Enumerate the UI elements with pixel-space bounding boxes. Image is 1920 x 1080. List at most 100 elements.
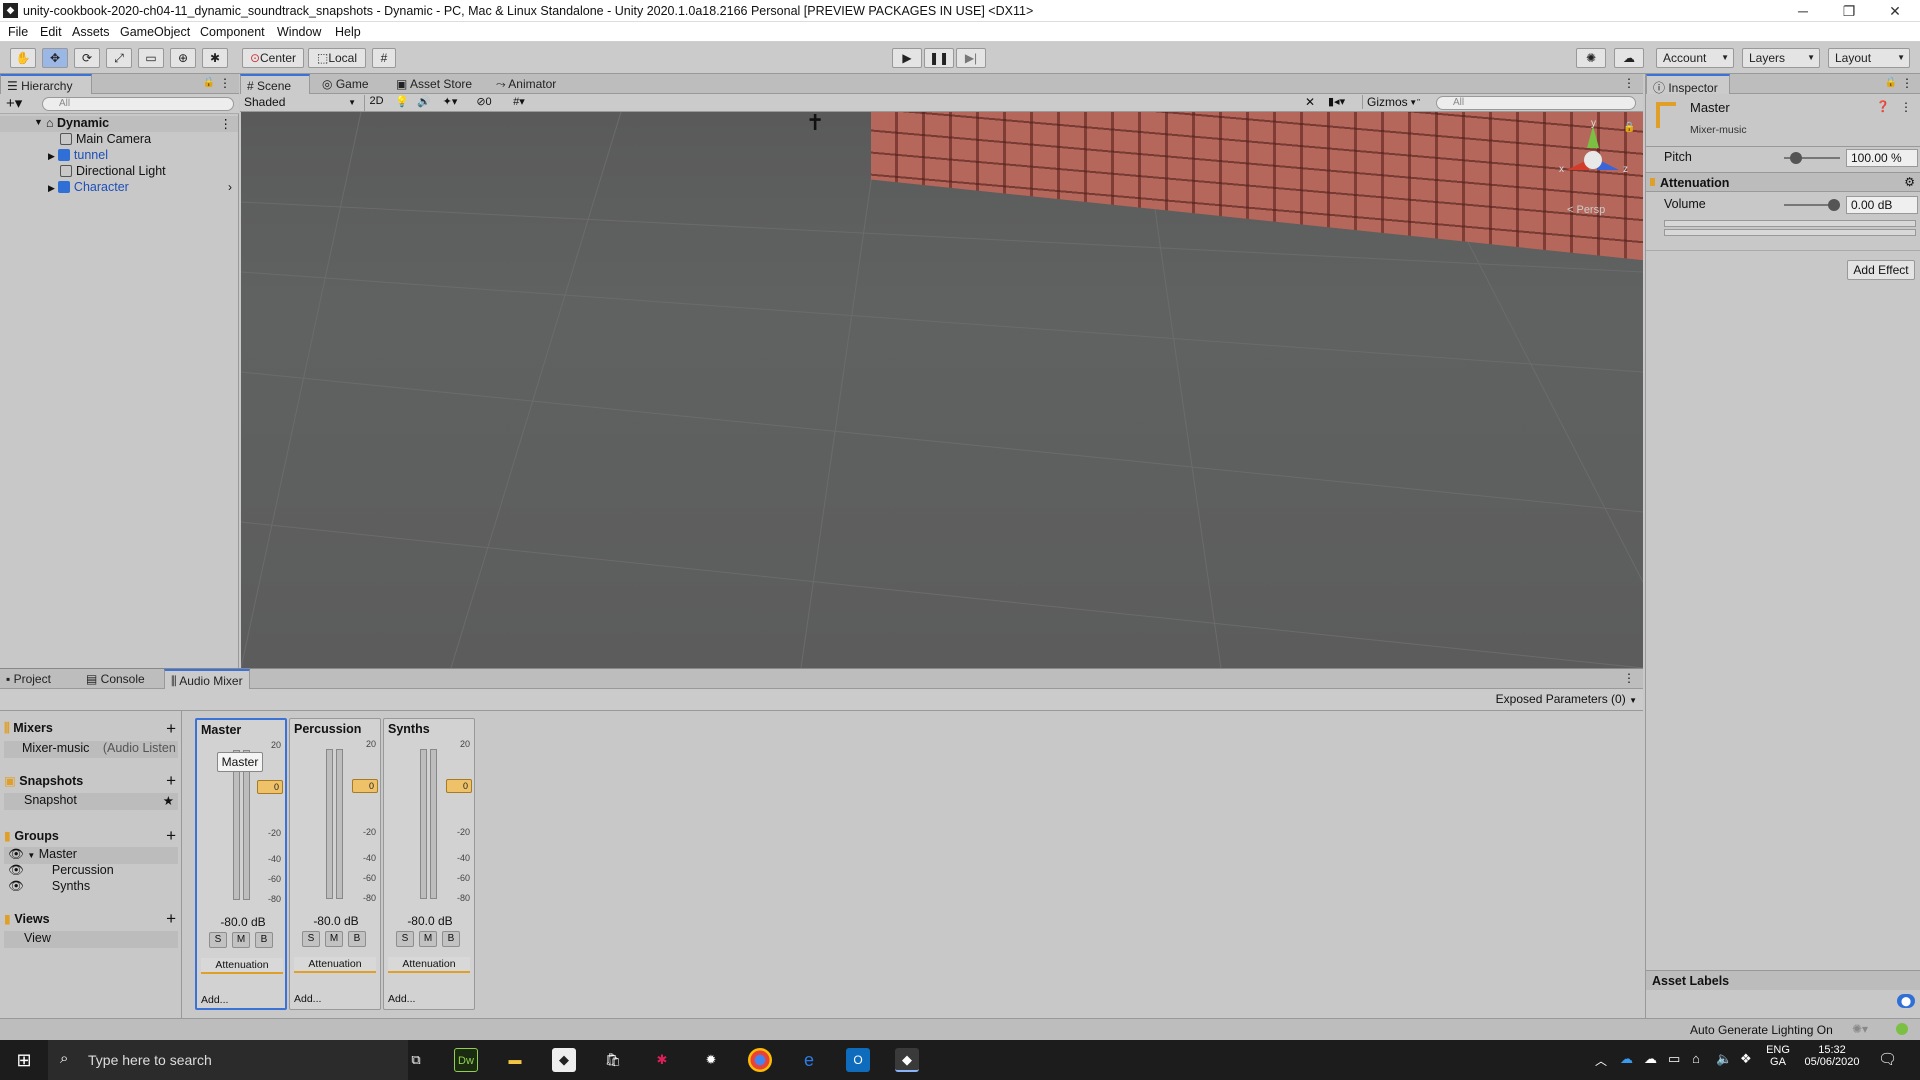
lighting-icon[interactable]: 💡: [392, 95, 412, 108]
effects-icon[interactable]: ✦▾: [436, 95, 464, 108]
eye-icon[interactable]: 👁: [8, 863, 24, 877]
gear-icon[interactable]: ⚙: [1904, 175, 1915, 189]
mute-button[interactable]: M: [419, 931, 437, 947]
scale-tool-icon[interactable]: ⤢: [106, 48, 132, 68]
account-dropdown[interactable]: Account ▼: [1656, 48, 1734, 68]
channel-strip-synths[interactable]: Synths 20 0 -20 -40 -60 -80 -80.0 dB S M…: [383, 718, 475, 1010]
group-item-master[interactable]: 👁 ▼ Master: [4, 847, 178, 864]
chevron-right-icon[interactable]: ›: [228, 180, 232, 194]
hand-tool-icon[interactable]: ✋: [10, 48, 36, 68]
tab-asset-store[interactable]: ▣ Asset Store: [390, 74, 478, 94]
tab-console[interactable]: ▤ Console: [80, 669, 151, 689]
language-indicator[interactable]: ENG GA: [1766, 1044, 1790, 1068]
add-snapshot-button[interactable]: +: [166, 771, 176, 791]
volume-fader[interactable]: 0: [446, 779, 472, 793]
menu-component[interactable]: Component: [200, 25, 265, 39]
mute-button[interactable]: M: [232, 932, 250, 948]
star-icon[interactable]: ★: [163, 793, 174, 808]
attenuation-header[interactable]: Attenuation ⚙: [1646, 172, 1920, 192]
settings-icon[interactable]: ✹: [699, 1048, 723, 1072]
pitch-value-field[interactable]: 100.00 %: [1846, 149, 1918, 167]
move-tool-icon[interactable]: ✥: [42, 48, 68, 68]
solo-button[interactable]: S: [302, 931, 320, 947]
hierarchy-item-tunnel[interactable]: ▶ tunnel: [0, 148, 238, 164]
task-view-icon[interactable]: ⧉: [404, 1048, 428, 1072]
scene-gizmo[interactable]: y x z: [1553, 118, 1633, 198]
snapshot-item[interactable]: Snapshot ★: [4, 793, 178, 810]
eye-icon[interactable]: 👁: [8, 847, 24, 861]
solo-button[interactable]: S: [209, 932, 227, 948]
network-icon[interactable]: ⌂: [1692, 1051, 1700, 1066]
attenuation-effect[interactable]: Attenuation: [388, 957, 470, 973]
volume-icon[interactable]: 🔈: [1716, 1051, 1732, 1067]
volume-fader[interactable]: 0: [352, 779, 378, 793]
layout-dropdown[interactable]: Layout ▼: [1828, 48, 1910, 68]
persp-label[interactable]: < Persp: [1567, 204, 1605, 216]
tab-scene[interactable]: # Scene: [240, 74, 310, 94]
gizmos-dropdown[interactable]: Gizmos ▼": [1362, 95, 1424, 109]
layers-dropdown[interactable]: Layers ▼: [1742, 48, 1820, 68]
group-item-synths[interactable]: 👁 Synths: [4, 879, 178, 896]
rect-tool-icon[interactable]: ▭: [138, 48, 164, 68]
lighting-settings-icon[interactable]: ✺▾: [1852, 1022, 1868, 1036]
volume-slider-handle[interactable]: [1828, 199, 1840, 211]
pause-button[interactable]: ❚❚: [924, 48, 954, 68]
volume-value-field[interactable]: 0.00 dB: [1846, 196, 1918, 214]
add-effect-button[interactable]: Add Effect: [1847, 260, 1915, 280]
hierarchy-search-input[interactable]: All: [42, 97, 234, 111]
add-mixer-button[interactable]: +: [166, 719, 176, 739]
cloud-icon[interactable]: ☁: [1614, 48, 1644, 68]
edge-icon[interactable]: e: [797, 1048, 821, 1072]
rotate-tool-icon[interactable]: ⟳: [74, 48, 100, 68]
scene-row[interactable]: ▼ ⌂ Dynamic ⋮: [0, 116, 238, 132]
slack-icon[interactable]: ✱: [650, 1048, 674, 1072]
shading-dropdown[interactable]: Shaded ▼: [244, 95, 360, 111]
menu-gameobject[interactable]: GameObject: [120, 25, 190, 39]
add-group-button[interactable]: +: [166, 826, 176, 846]
bypass-button[interactable]: B: [255, 932, 273, 948]
channel-strip-master[interactable]: Master Master 20 0 -20 -40 -60 -80 -80.0…: [195, 718, 287, 1010]
character-figure[interactable]: ✝: [806, 112, 824, 136]
transform-tool-icon[interactable]: ⊕: [170, 48, 196, 68]
lock-icon[interactable]: 🔒: [1623, 122, 1635, 133]
tab-animator[interactable]: ⤳ Animator: [490, 74, 562, 94]
solo-button[interactable]: S: [396, 931, 414, 947]
tab-inspector[interactable]: ⓘ Inspector: [1646, 74, 1730, 95]
chevron-up-icon[interactable]: ︿: [1595, 1052, 1607, 1069]
tab-audio-mixer[interactable]: ⫼ Audio Mixer: [164, 669, 250, 689]
hierarchy-item-character[interactable]: ▶ Character ›: [0, 180, 238, 196]
volume-fader[interactable]: 0: [257, 780, 283, 794]
add-effect-link[interactable]: Add...: [388, 993, 415, 1005]
add-effect-link[interactable]: Add...: [294, 993, 321, 1005]
taskbar-search[interactable]: ⌕ Type here to search: [48, 1040, 408, 1080]
audio-icon[interactable]: 🔊: [414, 95, 434, 108]
visibility-toggle[interactable]: ⊘0: [468, 95, 500, 108]
bypass-button[interactable]: B: [348, 931, 366, 947]
windows-start-icon[interactable]: ⊞: [12, 1048, 36, 1072]
camera-icon[interactable]: ▮◂▾: [1328, 95, 1358, 108]
grid-toggle-icon[interactable]: #▾: [504, 95, 534, 108]
help-icon[interactable]: ❓: [1876, 100, 1890, 113]
kebab-menu-icon[interactable]: ⋮: [1623, 76, 1635, 90]
dropbox-icon[interactable]: ❖: [1740, 1051, 1752, 1067]
tools-icon[interactable]: ✕: [1305, 95, 1325, 109]
bypass-button[interactable]: B: [442, 931, 460, 947]
menu-file[interactable]: File: [8, 25, 28, 39]
pitch-slider-handle[interactable]: [1790, 152, 1802, 164]
lock-icon[interactable]: 🔒: [203, 77, 215, 88]
tag-icon[interactable]: ⬤: [1897, 994, 1915, 1008]
file-explorer-icon[interactable]: ▬: [503, 1048, 527, 1072]
pivot-center-button[interactable]: ⊙Center: [242, 48, 304, 68]
hierarchy-item-main-camera[interactable]: Main Camera: [0, 132, 238, 148]
tab-hierarchy[interactable]: ☰ Hierarchy: [0, 74, 92, 94]
battery-icon[interactable]: ▭: [1668, 1051, 1680, 1067]
onedrive-icon[interactable]: ☁: [1620, 1051, 1633, 1067]
tab-game[interactable]: ◎ Game: [316, 74, 375, 94]
kebab-menu-icon[interactable]: ⋮: [1901, 76, 1913, 90]
dreamweaver-icon[interactable]: Dw: [454, 1048, 478, 1072]
store-icon[interactable]: 🛍: [601, 1048, 625, 1072]
kebab-menu-icon[interactable]: ⋮: [1623, 671, 1635, 685]
mute-button[interactable]: M: [325, 931, 343, 947]
kebab-menu-icon[interactable]: ⋮: [1900, 100, 1912, 114]
menu-assets[interactable]: Assets: [72, 25, 110, 39]
